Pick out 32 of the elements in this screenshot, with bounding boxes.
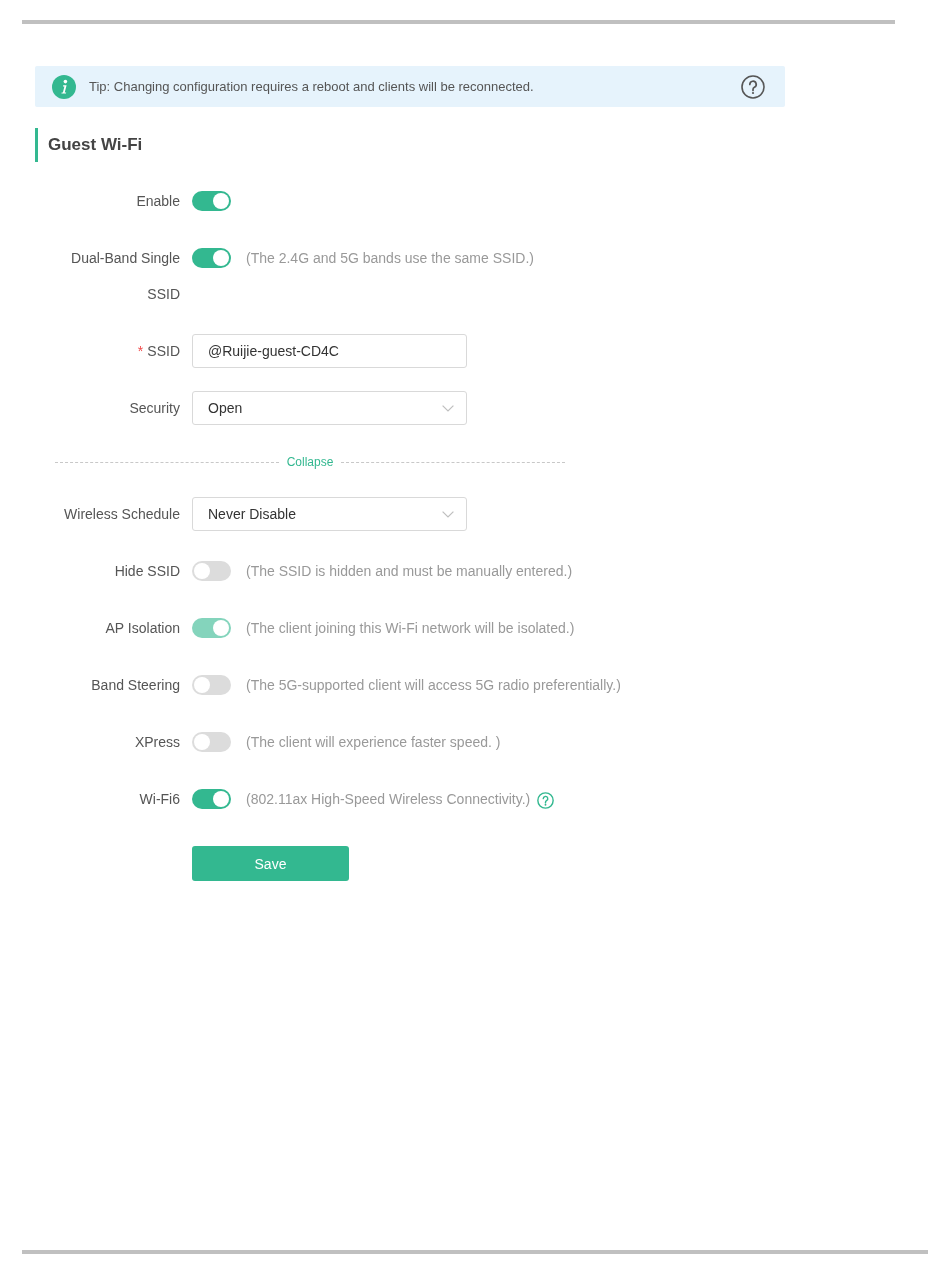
help-icon[interactable] bbox=[741, 74, 765, 99]
field-description: (The 2.4G and 5G bands use the same SSID.) bbox=[246, 250, 534, 266]
input-field[interactable]: @Ruijie-guest-CD4C bbox=[192, 334, 467, 368]
tip-text: Tip: Changing configuration requires a reboot and clients will be reconnected. bbox=[89, 79, 534, 94]
dropdown-field[interactable]: Never Disable bbox=[192, 497, 467, 531]
section-title: Guest Wi-Fi bbox=[35, 128, 143, 162]
dropdown-field[interactable]: Open bbox=[192, 391, 467, 425]
field-description: (The client joining this Wi-Fi network will be isolated.) bbox=[246, 620, 575, 636]
field-label: Wireless Schedule bbox=[64, 506, 180, 522]
field-description: (The 5G-supported client will access 5G radio preferentially.) bbox=[246, 677, 621, 693]
caret-icon bbox=[442, 511, 454, 518]
toggle-switch[interactable] bbox=[192, 675, 231, 695]
field-description: (802.11ax High-Speed Wireless Connectivity.) bbox=[246, 791, 531, 807]
field-label: XPress bbox=[134, 734, 180, 750]
field-label: SSID bbox=[147, 343, 180, 359]
field-label: Wi-Fi6 bbox=[139, 791, 180, 807]
field-label: AP Isolation bbox=[105, 620, 180, 636]
field-label: Dual-Band Single SSID bbox=[71, 250, 180, 302]
field-description: (The SSID is hidden and must be manually entered.) bbox=[246, 563, 573, 579]
field-label: Band Steering bbox=[91, 677, 180, 693]
required-mark: * bbox=[137, 343, 144, 359]
info-icon bbox=[52, 74, 76, 99]
toggle-switch[interactable] bbox=[192, 789, 231, 809]
toggle-switch[interactable] bbox=[192, 248, 231, 268]
toggle-switch[interactable] bbox=[192, 561, 231, 581]
toggle-switch[interactable] bbox=[192, 191, 231, 211]
field-description: (The client will experience faster speed. ) bbox=[246, 734, 501, 750]
toggle-switch[interactable] bbox=[192, 732, 231, 752]
field-label: Enable bbox=[136, 193, 180, 209]
caret-icon bbox=[442, 405, 454, 412]
field-label: Security bbox=[129, 400, 180, 416]
field-label: Hide SSID bbox=[114, 563, 180, 579]
